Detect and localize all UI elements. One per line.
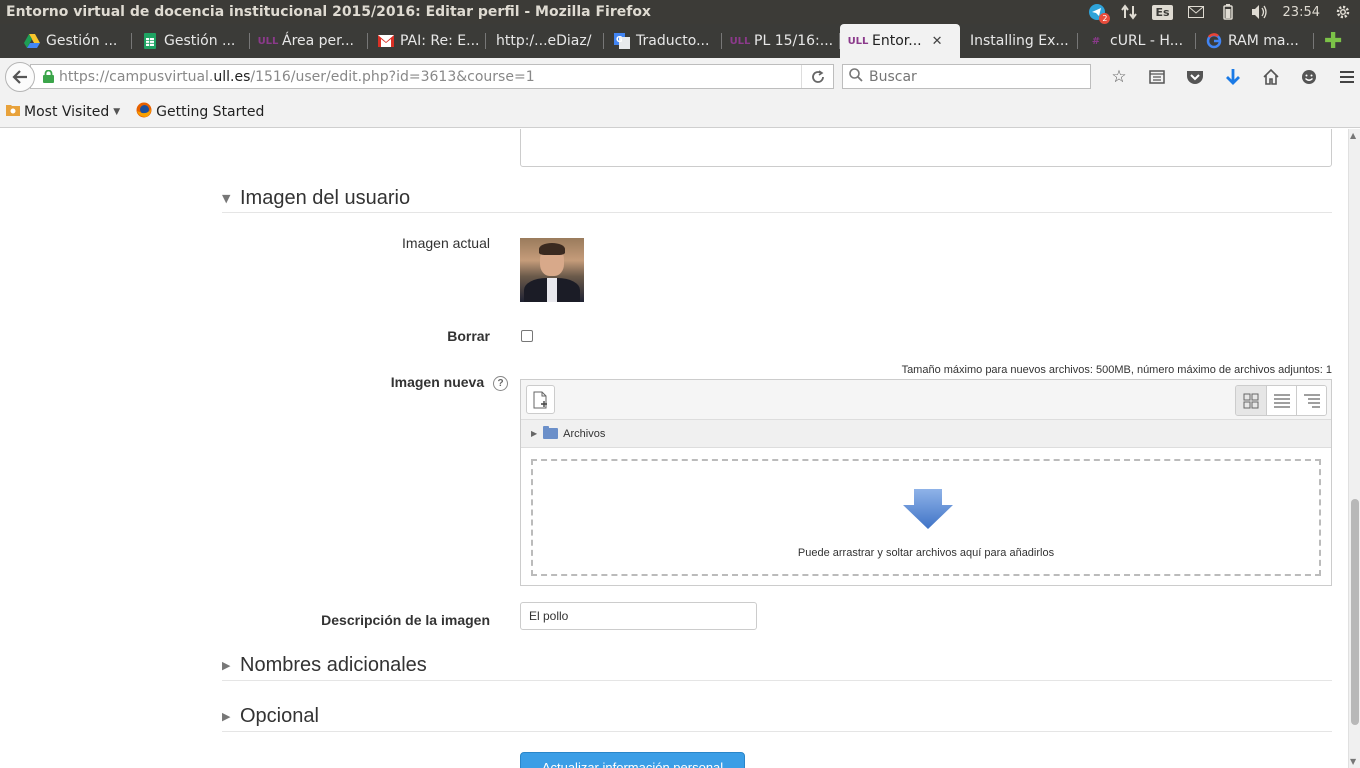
bookmark-getting-started[interactable]: Getting Started — [136, 102, 264, 122]
tab-ram[interactable]: RAM ma... — [1196, 24, 1314, 58]
battery-icon[interactable] — [1219, 3, 1237, 21]
curl-icon: # — [1091, 35, 1101, 47]
tab-pl-1516[interactable]: ULL PL 15/16:... — [722, 24, 840, 58]
tab-gestion-sheets[interactable]: Gestión ... — [132, 24, 250, 58]
add-file-button[interactable] — [526, 385, 555, 414]
window-title: Entorno virtual de docencia instituciona… — [6, 4, 651, 20]
file-picker: ▶ Archivos Puede arrastrar y soltar arch… — [520, 379, 1332, 586]
collapse-triangle-icon: ▼ — [222, 192, 231, 205]
svg-text:G: G — [616, 35, 623, 44]
current-image-label: Imagen actual — [402, 235, 490, 251]
tab-area-personal[interactable]: ULL Área per... — [250, 24, 368, 58]
search-icon — [849, 67, 863, 86]
google-translate-icon: G — [614, 33, 630, 49]
scrollbar-thumb[interactable] — [1351, 499, 1359, 725]
navigation-bar: https://campusvirtual.ull.es/1516/user/e… — [0, 58, 1360, 96]
ull-icon: ULL — [847, 35, 869, 47]
tab-curl[interactable]: # cURL - H... — [1078, 24, 1196, 58]
tab-strip: Gestión ... Gestión ... ULL Área per... … — [0, 24, 1360, 58]
list-view-button[interactable] — [1266, 386, 1296, 415]
mail-icon[interactable] — [1187, 3, 1205, 21]
reload-icon[interactable] — [801, 65, 833, 88]
folder-icon — [543, 426, 559, 439]
os-top-panel: Entorno virtual de docencia instituciona… — [0, 0, 1360, 24]
system-tray: 2 Es 23:54 — [1088, 3, 1360, 24]
download-icon[interactable] — [1214, 65, 1252, 89]
telegram-badge: 2 — [1099, 13, 1111, 24]
firefox-icon — [136, 102, 152, 122]
delete-label: Borrar — [447, 328, 490, 344]
view-mode-switcher — [1235, 385, 1327, 416]
expand-triangle-icon: ▶ — [222, 710, 231, 723]
lock-icon[interactable] — [43, 69, 54, 87]
delete-image-checkbox[interactable] — [521, 330, 533, 342]
icons-view-button[interactable] — [1236, 386, 1266, 415]
clock[interactable]: 23:54 — [1283, 5, 1320, 20]
update-profile-button[interactable]: Actualizar información personal — [520, 752, 745, 768]
image-description-input[interactable] — [520, 602, 757, 630]
tab-installing-ex[interactable]: Installing Ex... — [960, 24, 1078, 58]
tree-view-button[interactable] — [1296, 386, 1326, 415]
toolbar-icons: ☆ — [1100, 65, 1360, 89]
new-image-label: Imagen nueva ? — [391, 374, 508, 391]
bookmarks-bar: Most Visited ▼ Getting Started — [0, 96, 1360, 128]
tab-http-ediaz[interactable]: http:/...eDiaz/ — [486, 24, 604, 58]
file-path-bar[interactable]: ▶ Archivos — [521, 420, 1331, 448]
pocket-icon[interactable] — [1176, 65, 1214, 89]
network-icon[interactable] — [1120, 3, 1138, 21]
scroll-up-icon[interactable]: ▲ — [1350, 131, 1356, 140]
search-bar[interactable] — [842, 64, 1091, 89]
expand-triangle-icon[interactable]: ▶ — [531, 429, 537, 438]
tab-entorno-active[interactable]: ULL Entor... ✕ — [840, 24, 960, 58]
volume-icon[interactable] — [1251, 3, 1269, 21]
page-content: ▼ Imagen del usuario Imagen actual Borra… — [0, 129, 1348, 768]
google-sheets-icon — [142, 33, 158, 49]
section-optional-header[interactable]: ▶ Opcional — [222, 702, 1332, 732]
chevron-down-icon: ▼ — [113, 106, 121, 117]
file-drop-zone[interactable]: Puede arrastrar y soltar archivos aquí p… — [531, 459, 1321, 576]
new-tab-button[interactable]: ✚ — [1324, 29, 1342, 54]
image-description-label: Descripción de la imagen — [321, 612, 490, 628]
page-scrollbar[interactable]: ▲ ▼ — [1348, 129, 1360, 768]
ull-icon: ULL — [729, 35, 751, 47]
url-text[interactable]: https://campusvirtual.ull.es/1516/user/e… — [59, 69, 535, 85]
description-textarea[interactable] — [520, 129, 1332, 167]
close-tab-icon[interactable]: ✕ — [932, 34, 943, 49]
drop-arrow-icon — [903, 489, 953, 533]
telegram-icon[interactable]: 2 — [1088, 3, 1111, 24]
tab-gestion-drive[interactable]: Gestión ... — [14, 24, 132, 58]
tab-pai-gmail[interactable]: PAI: Re: E... — [368, 24, 486, 58]
back-button[interactable] — [5, 62, 35, 92]
user-avatar-image — [520, 238, 584, 302]
menu-icon[interactable] — [1328, 65, 1360, 89]
drop-zone-text: Puede arrastrar y soltar archivos aquí p… — [797, 547, 1055, 559]
bookmark-most-visited[interactable]: Most Visited ▼ — [6, 103, 120, 120]
ull-icon: ULL — [257, 35, 279, 47]
expand-triangle-icon: ▶ — [222, 659, 231, 672]
url-bar[interactable]: https://campusvirtual.ull.es/1516/user/e… — [30, 64, 834, 89]
reading-list-icon[interactable] — [1138, 65, 1176, 89]
tab-traductor[interactable]: G Traducto... — [604, 24, 722, 58]
section-additional-names-header[interactable]: ▶ Nombres adicionales — [222, 651, 1332, 681]
gmail-icon — [378, 33, 394, 49]
folder-icon — [6, 103, 20, 120]
google-icon — [1206, 33, 1222, 49]
gear-icon[interactable] — [1334, 3, 1352, 21]
bookmark-star-icon[interactable]: ☆ — [1100, 65, 1138, 89]
search-input[interactable] — [869, 68, 1069, 85]
home-icon[interactable] — [1252, 65, 1290, 89]
scroll-down-icon[interactable]: ▼ — [1350, 757, 1356, 766]
file-picker-toolbar — [521, 380, 1331, 420]
google-drive-icon — [24, 33, 40, 49]
hello-chat-icon[interactable] — [1290, 65, 1328, 89]
section-user-image-header[interactable]: ▼ Imagen del usuario — [222, 185, 1332, 213]
keyboard-language[interactable]: Es — [1152, 4, 1173, 20]
help-icon[interactable]: ? — [493, 375, 508, 391]
max-size-text: Tamaño máximo para nuevos archivos: 500M… — [901, 364, 1332, 376]
